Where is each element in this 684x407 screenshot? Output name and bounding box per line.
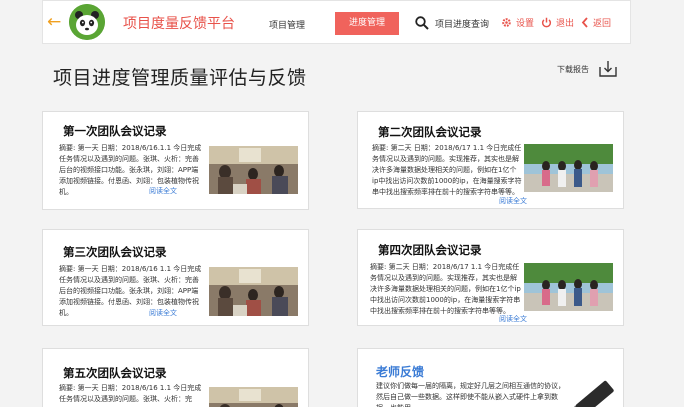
nav-project-management[interactable]: 项目管理: [269, 18, 305, 31]
settings-label: 设置: [516, 18, 535, 29]
card-summary: 摘要: 第二天 日期：2018/6/17 1.1 今日完成任务情况以及遇到的问题…: [372, 144, 522, 196]
card-title[interactable]: 第三次团队会议记录: [63, 244, 167, 260]
back-arrow-icon[interactable]: ←: [47, 12, 61, 32]
meeting-card-5: 第五次团队会议记录 摘要: 第一天 日期：2018/6/16 1.1 今日完成任…: [42, 348, 309, 407]
download-label: 下载报告: [557, 64, 589, 74]
meeting-card-1: 第一次团队会议记录 摘要: 第一天 日期：2018/6/16.1.1 今日完成任…: [42, 111, 309, 210]
meeting-photo: [209, 146, 298, 194]
read-more-link[interactable]: 阅读全文: [499, 196, 527, 206]
card-summary: 摘要: 第一天 日期：2018/6/16.1.1 今日完成任务情况以及遇到的问题…: [59, 144, 202, 196]
meeting-card-4: 第四次团队会议记录 摘要: 第二天 日期：2018/6/17 1.1 今日完成任…: [357, 229, 624, 326]
meeting-photo: [524, 144, 613, 192]
card-title[interactable]: 第一次团队会议记录: [63, 123, 167, 139]
meeting-photo: [524, 263, 613, 311]
gear-icon: [501, 17, 512, 28]
brand-title: 项目度量反馈平台: [123, 16, 235, 32]
panda-logo: [69, 4, 105, 40]
meeting-photo: [209, 387, 298, 407]
pencil-icon: [571, 380, 614, 407]
meeting-card-2: 第二次团队会议记录 摘要: 第二天 日期：2018/6/17 1.1 今日完成任…: [357, 111, 624, 209]
teacher-feedback-text: 建议你们做每一届的隔离，规定好几层之间相互通信的协议，然后自己做一些数据。这样即…: [376, 382, 565, 407]
card-title[interactable]: 第四次团队会议记录: [378, 242, 482, 258]
nav-progress-management[interactable]: 进度管理: [335, 12, 399, 35]
teacher-feedback-title: 老师反馈: [376, 365, 425, 379]
teacher-feedback-card: 老师反馈 建议你们做每一届的隔离，规定好几层之间相互通信的协议，然后自己做一些数…: [357, 348, 624, 407]
card-title[interactable]: 第二次团队会议记录: [378, 124, 482, 140]
read-more-link[interactable]: 阅读全文: [499, 314, 527, 324]
download-report-button[interactable]: 下载报告: [557, 60, 617, 78]
settings-link[interactable]: 设置: [501, 14, 534, 30]
card-summary: 摘要: 第一天 日期：2018/6/16 1.1 今日完成任务情况以及遇到的问题…: [59, 265, 202, 317]
power-icon: [541, 17, 552, 28]
meeting-photo: [209, 267, 298, 316]
return-label: 返回: [593, 18, 612, 29]
return-link[interactable]: 返回: [581, 14, 611, 30]
top-nav-bar: ← 项目度量反馈平台 项目管理 进度管理 项目进度查询 设置 退出 返回: [42, 0, 631, 44]
project-progress-search[interactable]: 项目进度查询: [415, 14, 489, 32]
meeting-card-3: 第三次团队会议记录 摘要: 第一天 日期：2018/6/16 1.1 今日完成任…: [42, 229, 309, 326]
search-icon: [415, 16, 429, 30]
page-title: 项目进度管理质量评估与反馈: [53, 67, 307, 89]
card-summary: 摘要: 第二天 日期：2018/6/17 1.1 今日完成任务情况以及遇到的问题…: [370, 263, 521, 315]
search-label: 项目进度查询: [435, 19, 490, 30]
card-summary: 摘要: 第一天 日期：2018/6/16 1.1 今日完成任务情况以及遇到的问题…: [59, 384, 202, 403]
card-title[interactable]: 第五次团队会议记录: [63, 365, 167, 381]
logout-label: 退出: [556, 18, 575, 29]
chevron-left-icon: [581, 16, 589, 28]
read-more-link[interactable]: 阅读全文: [149, 308, 177, 318]
download-icon: [599, 61, 617, 77]
read-more-link[interactable]: 阅读全文: [149, 186, 177, 196]
logout-link[interactable]: 退出: [541, 14, 574, 30]
